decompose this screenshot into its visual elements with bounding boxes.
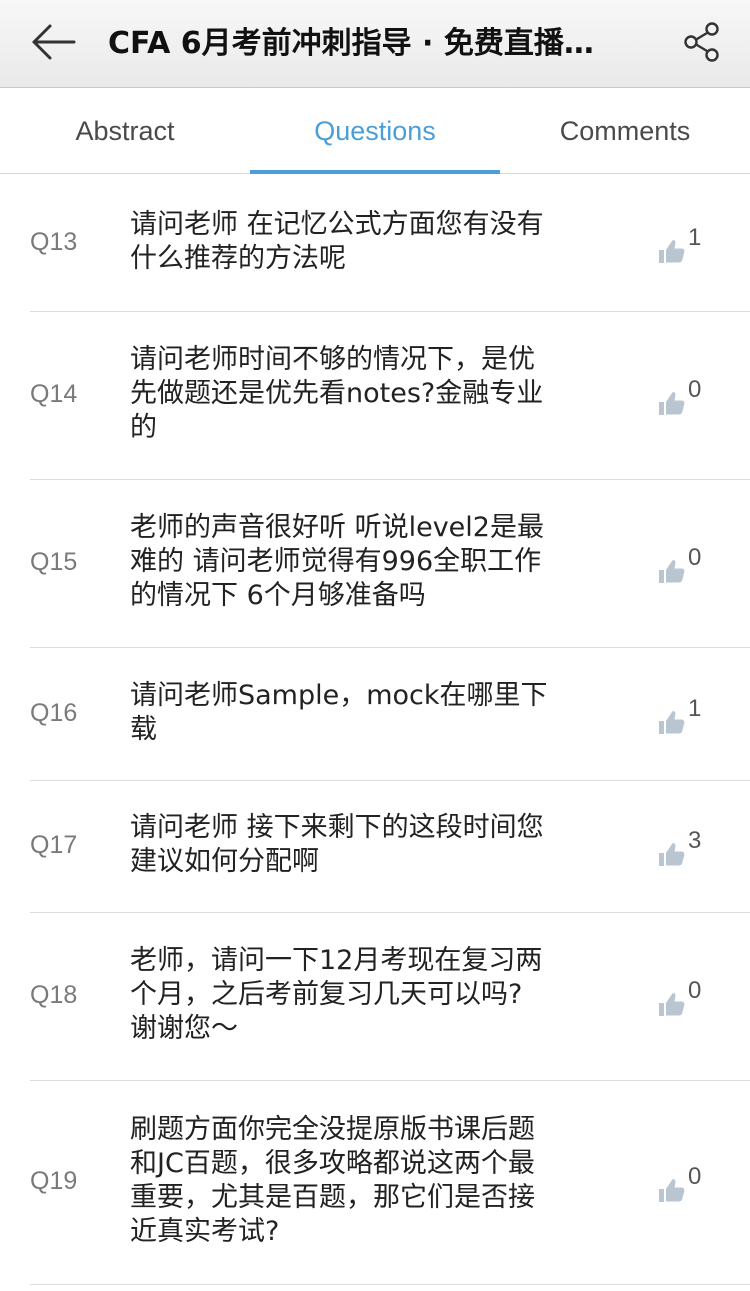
question-text-line: 老师，请问一下12月考现在复习两: [130, 945, 543, 976]
question-id: Q13: [30, 228, 78, 256]
question-row[interactable]: Q19 刷题方面你完全没提原版书课后题 和JC百题，很多攻略都说这两个最 重要，尤其是…: [0, 1081, 750, 1285]
back-arrow-icon: [32, 24, 76, 60]
top-navigation-bar: CFA 6月考前冲刺指导 · 免费直播…: [0, 0, 750, 88]
question-row[interactable]: Q13 请问老师 在记忆公式方面您有没有 什么推荐的方法呢 1: [0, 175, 750, 312]
question-id: Q18: [30, 981, 78, 1009]
like-button[interactable]: 0: [656, 376, 716, 422]
question-list[interactable]: Q13 请问老师 在记忆公式方面您有没有 什么推荐的方法呢 1 Q14 请问老师时间不够的…: [0, 175, 750, 1285]
question-text: 请问老师 在记忆公式方面您有没有 什么推荐的方法呢: [130, 208, 605, 276]
tab-abstract[interactable]: Abstract: [0, 88, 250, 174]
question-text-line: 个月，之后考前复习几天可以吗?: [130, 979, 523, 1010]
like-button[interactable]: 3: [656, 827, 716, 873]
question-text-line: 请问老师Sample，mock在哪里下: [130, 680, 548, 711]
question-text-line: 重要，尤其是百题，那它们是否接: [130, 1182, 535, 1213]
tab-bar: Abstract Questions Comments: [0, 88, 750, 174]
like-count: 1: [688, 224, 702, 251]
question-text-line: 请问老师时间不够的情况下，是优: [130, 344, 535, 375]
like-count: 0: [688, 977, 702, 1004]
question-text-line: 的情况下 6个月够准备吗: [130, 580, 426, 611]
question-id: Q14: [30, 380, 78, 408]
question-text-line: 请问老师 接下来剩下的这段时间您: [130, 812, 544, 843]
thumbs-up-icon: [659, 993, 685, 1016]
question-text: 请问老师Sample，mock在哪里下载: [130, 679, 605, 747]
question-id: Q15: [30, 548, 78, 576]
like-count: 1: [688, 695, 702, 722]
like-button[interactable]: 0: [656, 544, 716, 590]
share-icon: [684, 22, 719, 62]
question-text-line: 载: [130, 714, 157, 745]
question-id: Q17: [30, 831, 78, 859]
question-text-line: 谢谢您～: [130, 1013, 238, 1044]
question-text-line: 先做题还是优先看notes?金融专业: [130, 378, 544, 409]
question-row[interactable]: Q18 老师，请问一下12月考现在复习两 个月，之后考前复习几天可以吗? 谢谢您～ 0: [0, 913, 750, 1081]
question-text-line: 刷题方面你完全没提原版书课后题: [130, 1114, 535, 1145]
question-row[interactable]: Q15 老师的声音很好听 听说level2是最 难的 请问老师觉得有996全职工作的…: [0, 480, 750, 648]
question-text-line: 的: [130, 412, 157, 443]
tab-questions[interactable]: Questions: [250, 88, 500, 174]
active-tab-indicator: [250, 170, 500, 174]
like-button[interactable]: 1: [656, 695, 716, 741]
question-text-line: 和JC百题，很多攻略都说这两个最: [130, 1148, 535, 1179]
question-id: Q16: [30, 699, 78, 727]
question-text: 请问老师时间不够的情况下，是优 先做题还是优先看notes?金融专业的: [130, 343, 605, 445]
row-divider: [30, 1284, 750, 1285]
question-text-line: 老师的声音很好听 听说level2是最: [130, 512, 544, 543]
like-count: 0: [688, 544, 702, 571]
back-button[interactable]: [28, 18, 80, 70]
question-text: 刷题方面你完全没提原版书课后题 和JC百题，很多攻略都说这两个最 重要，尤其是百题，…: [130, 1113, 605, 1249]
like-count: 3: [688, 827, 702, 854]
question-row[interactable]: Q16 请问老师Sample，mock在哪里下载 1: [0, 648, 750, 781]
question-text-line: 什么推荐的方法呢: [130, 243, 346, 274]
question-text: 老师的声音很好听 听说level2是最 难的 请问老师觉得有996全职工作 的情况下…: [130, 511, 605, 613]
like-button[interactable]: 0: [656, 977, 716, 1023]
question-text-line: 难的 请问老师觉得有996全职工作: [130, 546, 542, 577]
question-id: Q19: [30, 1167, 78, 1195]
tab-comments[interactable]: Comments: [500, 88, 750, 174]
like-count: 0: [688, 376, 702, 403]
question-text: 请问老师 接下来剩下的这段时间您 建议如何分配啊: [130, 811, 605, 879]
question-row[interactable]: Q17 请问老师 接下来剩下的这段时间您 建议如何分配啊 3: [0, 781, 750, 913]
thumbs-up-icon: [659, 560, 685, 583]
like-button[interactable]: 1: [656, 224, 716, 270]
question-row[interactable]: Q14 请问老师时间不够的情况下，是优 先做题还是优先看notes?金融专业的 0: [0, 312, 750, 480]
share-button[interactable]: [680, 20, 724, 64]
question-text-line: 建议如何分配啊: [130, 846, 319, 877]
thumbs-up-icon: [659, 711, 685, 734]
thumbs-up-icon: [659, 1179, 685, 1202]
thumbs-up-icon: [659, 843, 685, 866]
thumbs-up-icon: [659, 240, 685, 263]
question-text: 老师，请问一下12月考现在复习两 个月，之后考前复习几天可以吗? 谢谢您～: [130, 944, 605, 1046]
page-title: CFA 6月考前冲刺指导 · 免费直播…: [108, 26, 594, 61]
thumbs-up-icon: [659, 392, 685, 415]
like-count: 0: [688, 1163, 702, 1190]
question-text-line: 请问老师 在记忆公式方面您有没有: [130, 209, 544, 240]
question-text-line: 近真实考试?: [130, 1216, 280, 1247]
like-button[interactable]: 0: [656, 1163, 716, 1209]
